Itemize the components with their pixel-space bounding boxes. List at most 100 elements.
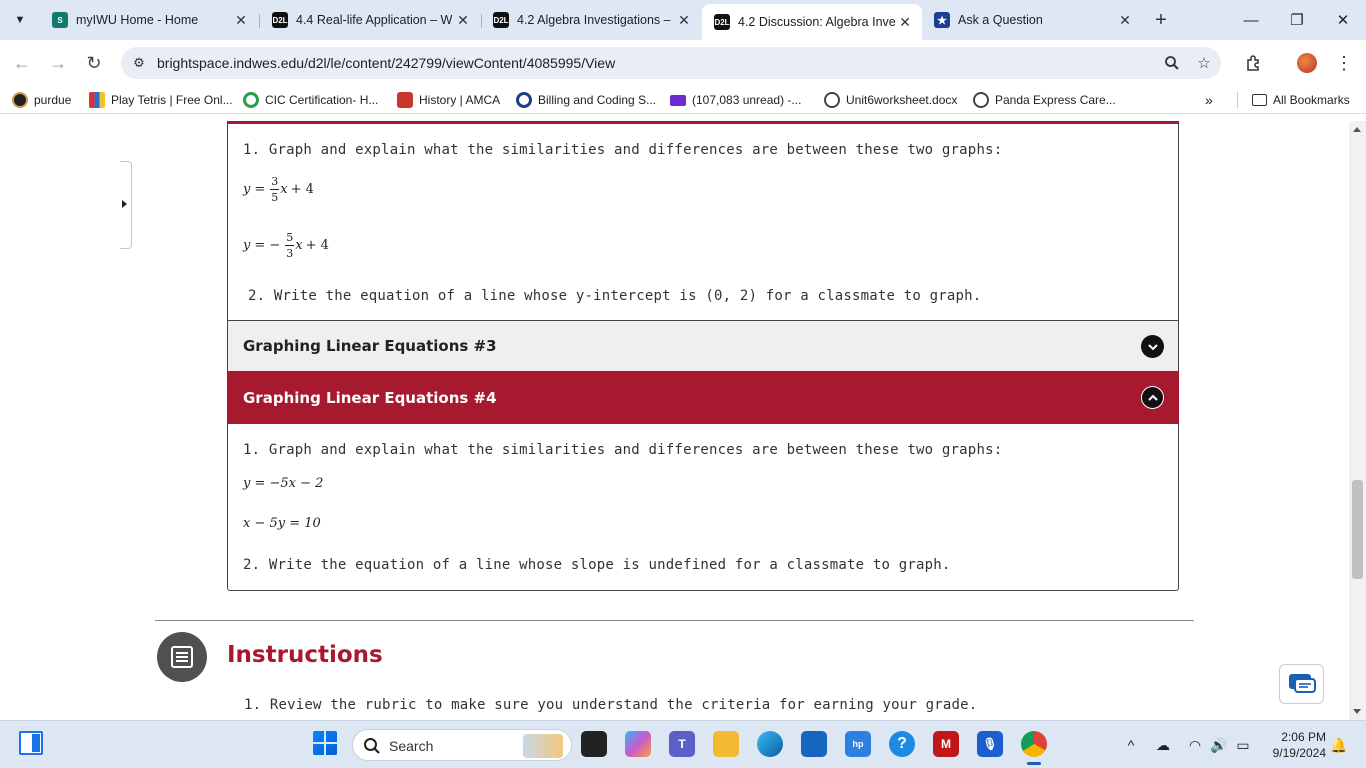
amca-icon — [397, 92, 413, 108]
section-divider — [155, 620, 1194, 621]
tab-myiwu-home[interactable]: S myIWU Home - Home ✕ — [40, 6, 258, 34]
sidebar-toggle[interactable] — [120, 161, 132, 249]
active-app-indicator — [1027, 762, 1041, 765]
battery-icon[interactable]: ▭ — [1233, 735, 1253, 755]
tab-ask-a-question[interactable]: ★ Ask a Question ✕ — [922, 6, 1142, 34]
mcafee-icon[interactable]: M — [933, 731, 959, 757]
bookmark-billing[interactable]: Billing and Coding S... — [516, 92, 656, 108]
widgets-icon[interactable] — [19, 731, 43, 755]
url-text[interactable]: brightspace.indwes.edu/d2l/le/content/24… — [157, 55, 615, 71]
caret-right-icon — [122, 200, 127, 208]
volume-icon[interactable]: 🔊 — [1209, 735, 1229, 755]
forward-button[interactable]: → — [44, 49, 72, 77]
all-bookmarks-button[interactable]: All Bookmarks — [1252, 92, 1350, 108]
bookmark-star-icon[interactable]: ☆ — [1193, 52, 1215, 74]
document-list-icon — [157, 632, 207, 682]
new-tab-button[interactable]: + — [1149, 8, 1173, 32]
bookmark-mail[interactable]: (107,083 unread) -... — [670, 92, 801, 108]
accordion-header-4[interactable]: Graphing Linear Equations #4 — [227, 372, 1179, 424]
bookmark-amca[interactable]: History | AMCA — [397, 92, 500, 108]
show-hidden-icons-chevron-icon[interactable]: ^ — [1121, 735, 1141, 755]
close-icon[interactable]: ✕ — [232, 11, 250, 29]
scroll-thumb[interactable] — [1352, 480, 1363, 579]
chevron-up-icon[interactable] — [1141, 386, 1164, 409]
windows-start-icon[interactable] — [313, 731, 337, 755]
equation-1: y = 35 x + 4 — [243, 176, 318, 203]
scroll-up-arrow[interactable] — [1353, 127, 1361, 132]
taskbar-search[interactable]: Search — [352, 729, 572, 761]
eq-lhs: y — [243, 182, 251, 197]
bookmark-label: Unit6worksheet.docx — [846, 93, 958, 107]
windows-taskbar: Search T hp ? M 🎙 ^ ☁ ◠ 🔊 ▭ 2:06 PM 9/19… — [0, 720, 1366, 768]
back-button[interactable]: ← — [8, 49, 36, 77]
menu-kebab-icon[interactable]: ⋮ — [1331, 50, 1357, 76]
chrome-icon[interactable] — [1021, 731, 1047, 757]
minimize-button[interactable]: — — [1236, 8, 1266, 32]
bookmark-tetris[interactable]: Play Tetris | Free Onl... — [89, 92, 233, 108]
close-icon[interactable]: ✕ — [454, 11, 472, 29]
hp-app-icon[interactable]: hp — [845, 731, 871, 757]
question-1-text: 1. Graph and explain what the similariti… — [243, 142, 1003, 158]
d2l-icon: D2L — [493, 12, 509, 28]
page-content: 1. Graph and explain what the similariti… — [0, 121, 1349, 720]
onedrive-cloud-icon[interactable]: ☁ — [1153, 735, 1173, 755]
page-scrollbar[interactable] — [1349, 121, 1366, 720]
chevron-down-icon[interactable] — [1141, 335, 1164, 358]
bookmark-cic[interactable]: CIC Certification- H... — [243, 92, 378, 108]
profile-avatar[interactable] — [1294, 50, 1320, 76]
accordion-header-3[interactable]: Graphing Linear Equations #3 — [227, 320, 1179, 372]
site-info-icon[interactable]: ⚙ — [129, 53, 149, 73]
fraction-denominator: 5 — [271, 191, 279, 204]
voice-access-icon[interactable]: 🎙 — [977, 731, 1003, 757]
eq-rest: + 4 — [305, 238, 329, 253]
eq-lhs: y — [243, 238, 251, 253]
wifi-icon[interactable]: ◠ — [1185, 735, 1205, 755]
q-icon — [516, 92, 532, 108]
equation-text: y = −5x − 2 — [243, 476, 324, 491]
close-icon[interactable]: ✕ — [896, 13, 914, 31]
task-view-icon[interactable] — [581, 731, 607, 757]
help-icon[interactable]: ? — [889, 731, 915, 757]
bookmark-panda[interactable]: Panda Express Care... — [973, 92, 1116, 108]
more-bookmarks-chevron-icon[interactable]: » — [1205, 92, 1213, 108]
file-explorer-icon[interactable] — [713, 731, 739, 757]
reload-button[interactable]: ↻ — [80, 49, 108, 77]
system-clock[interactable]: 2:06 PM 9/19/2024 — [1262, 729, 1326, 761]
fraction-denominator: 3 — [286, 247, 294, 260]
notifications-bell-icon[interactable]: 🔔 — [1329, 735, 1349, 755]
zoom-icon[interactable] — [1161, 52, 1183, 74]
bookmark-label: History | AMCA — [419, 93, 501, 107]
bookmark-label: (107,083 unread) -... — [692, 93, 802, 107]
edge-icon[interactable] — [757, 731, 783, 757]
scroll-down-arrow[interactable] — [1353, 709, 1361, 714]
close-icon[interactable]: ✕ — [1116, 11, 1134, 29]
bookmark-divider — [1237, 92, 1238, 108]
store-icon[interactable] — [801, 731, 827, 757]
tab-algebra-investigations[interactable]: D2L 4.2 Algebra Investigations – ✕ — [481, 6, 701, 34]
close-window-button[interactable]: ✕ — [1328, 8, 1358, 32]
close-icon[interactable]: ✕ — [675, 11, 693, 29]
accordion-title: Graphing Linear Equations #4 — [243, 389, 497, 407]
copilot-icon[interactable] — [625, 731, 651, 757]
tetris-icon — [89, 92, 105, 108]
tab-title: 4.2 Discussion: Algebra Inve — [738, 15, 896, 29]
restore-button[interactable]: ❐ — [1282, 8, 1312, 32]
teams-icon[interactable]: T — [669, 731, 695, 757]
tab-real-life-application[interactable]: D2L 4.4 Real-life Application – W ✕ — [260, 6, 480, 34]
bookmark-purdue[interactable]: purdue — [12, 92, 71, 108]
bookmark-label: CIC Certification- H... — [265, 93, 379, 107]
extensions-icon[interactable] — [1241, 50, 1267, 76]
purdue-icon — [12, 92, 28, 108]
chat-button[interactable] — [1279, 664, 1324, 704]
cic-icon — [243, 92, 259, 108]
bookmark-label: Panda Express Care... — [995, 93, 1116, 107]
bookmark-worksheet[interactable]: Unit6worksheet.docx — [824, 92, 957, 108]
tab-discussion-active[interactable]: D2L 4.2 Discussion: Algebra Inve ✕ — [702, 4, 922, 40]
question-2-text: 2. Write the equation of a line whose sl… — [243, 557, 951, 573]
address-bar[interactable]: ⚙ brightspace.indwes.edu/d2l/le/content/… — [121, 47, 1221, 79]
tab-search-menu-button[interactable]: ▼ — [8, 8, 32, 32]
eq-rest: + 4 — [290, 182, 314, 197]
tab-title: 4.4 Real-life Application – W — [296, 13, 453, 27]
bookmark-label: All Bookmarks — [1273, 93, 1350, 107]
bookmark-label: purdue — [34, 93, 72, 107]
